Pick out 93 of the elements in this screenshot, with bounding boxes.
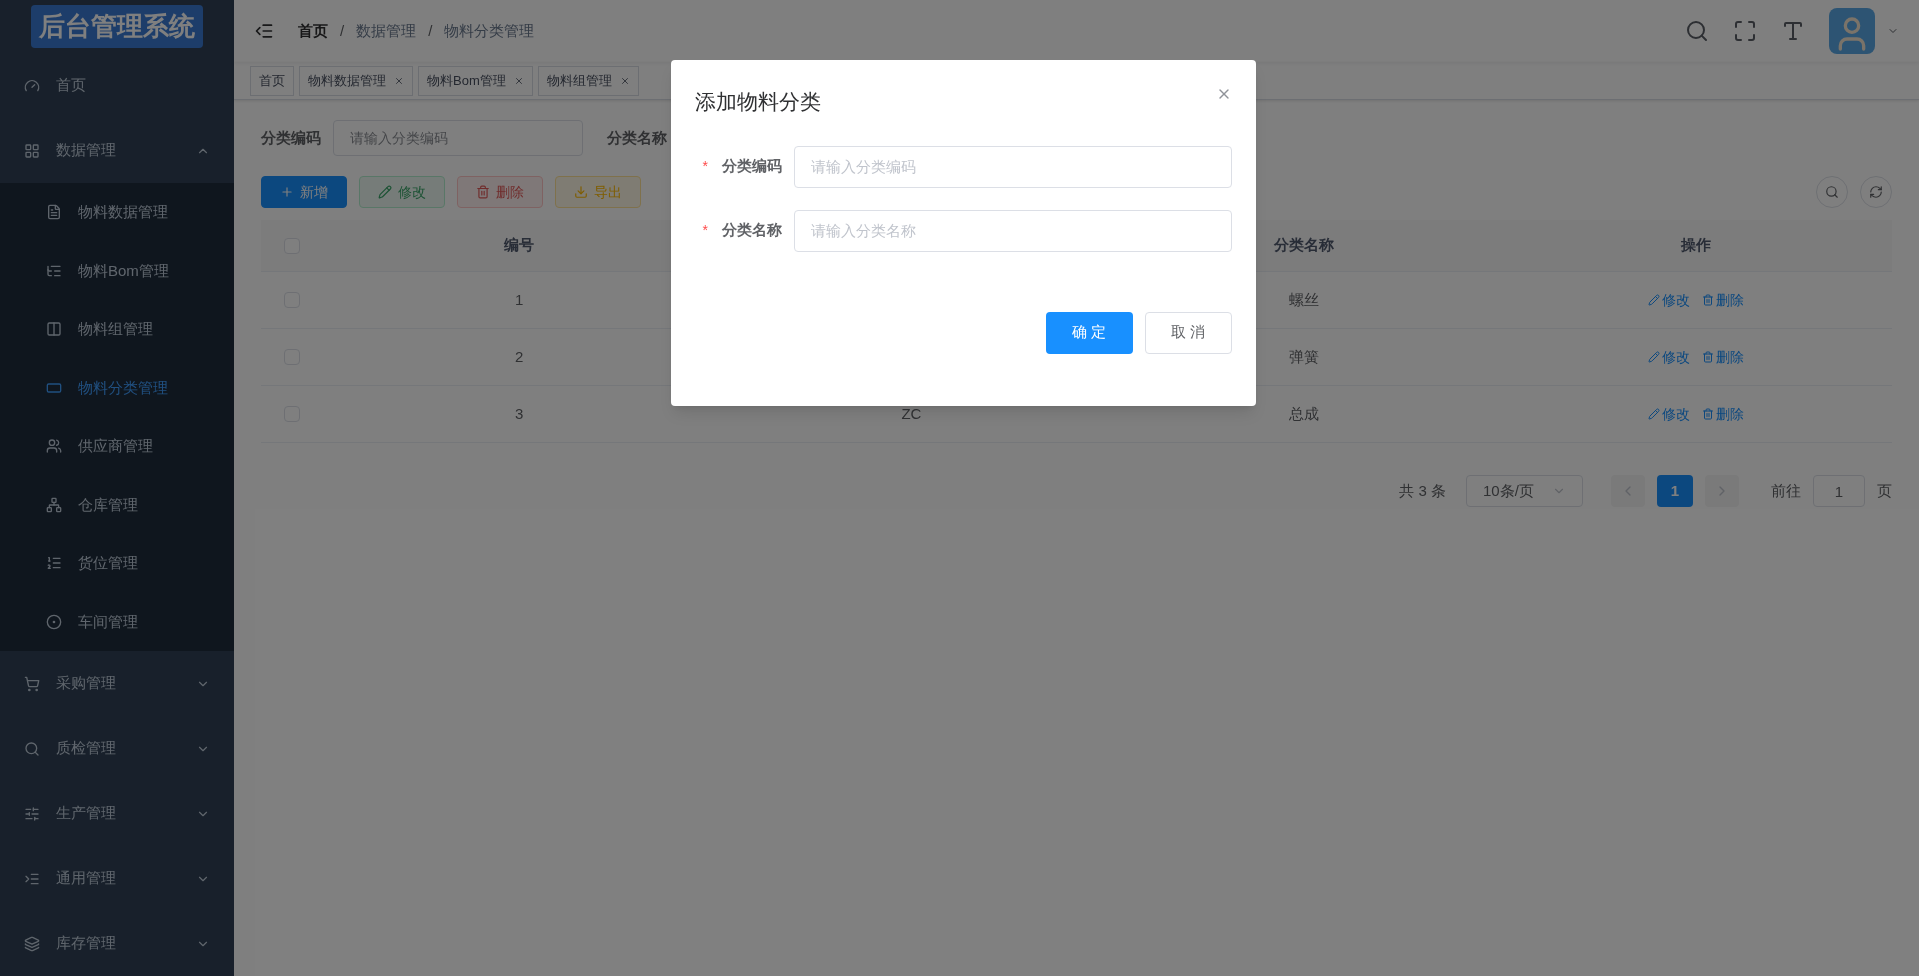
submenu-item[interactable]: 仓库管理 [0, 475, 234, 534]
close-icon[interactable] [513, 75, 524, 86]
submenu-item[interactable]: 物料组管理 [0, 300, 234, 359]
page-suffix: 页 [1877, 480, 1892, 501]
layers-icon [24, 935, 40, 952]
grid-icon [24, 142, 40, 159]
cart-icon [24, 675, 40, 692]
trash-icon [1701, 351, 1714, 363]
delete-link[interactable]: 删除 [1701, 289, 1744, 311]
dialog-title: 添加物料分类 [694, 89, 821, 115]
cancel-button[interactable]: 取 消 [1144, 311, 1232, 354]
page-tab[interactable]: 物料组管理 [537, 65, 639, 96]
menu-toggle-icon[interactable] [254, 21, 274, 41]
breadcrumb-item[interactable]: 首页 [298, 19, 328, 43]
menu-item[interactable]: 采购管理 [0, 651, 234, 716]
submenu-item[interactable]: 货位管理 [0, 534, 234, 593]
filter-input[interactable]: 请输入分类编码 [333, 120, 583, 156]
search-icon [24, 740, 40, 757]
gauge-icon [24, 77, 40, 94]
toolbar-button[interactable]: 导出 [555, 176, 641, 208]
page-size-select[interactable]: 10条/页 [1466, 475, 1583, 507]
page-input[interactable]: 1 [1813, 475, 1865, 507]
column-header: 分类名称 [1273, 235, 1334, 256]
filter-label: 分类名称 [607, 127, 667, 148]
total-count: 共 3 条 [1399, 480, 1446, 501]
confirm-button[interactable]: 确 定 [1045, 311, 1133, 354]
hierarchy-icon [46, 496, 62, 513]
filter-label: 分类编码 [261, 127, 321, 148]
page-tab[interactable]: 物料数据管理 [299, 65, 413, 96]
pencil-icon [378, 185, 392, 199]
edit-link[interactable]: 修改 [1647, 289, 1690, 311]
list-icon [46, 555, 62, 572]
plus-icon [280, 185, 294, 199]
menu-item[interactable]: 质检管理 [0, 716, 234, 781]
search-icon [1825, 185, 1839, 199]
submenu-item[interactable]: 物料Bom管理 [0, 241, 234, 300]
submenu-item[interactable]: 物料数据管理 [0, 183, 234, 242]
column-header: 编号 [504, 235, 535, 256]
menu-item[interactable]: 数据管理 [0, 118, 234, 183]
goto-label: 前往 [1771, 480, 1801, 501]
table-cell-text: ZC [901, 403, 922, 424]
refresh-icon [1869, 185, 1883, 199]
text-input[interactable]: 请输入分类编码 [793, 145, 1232, 188]
edit-link[interactable]: 修改 [1647, 403, 1690, 425]
breadcrumb-separator: / [428, 20, 433, 41]
required-mark: * [702, 157, 708, 176]
radio-dot-icon [46, 613, 62, 630]
pencil-icon [1647, 351, 1660, 363]
table-cell-text: 总成 [1288, 403, 1319, 424]
trash-icon [1701, 408, 1714, 420]
submenu-item[interactable]: 供应商管理 [0, 417, 234, 476]
breadcrumb-item: 数据管理 [356, 20, 417, 41]
edit-link[interactable]: 修改 [1647, 346, 1690, 368]
field-label: 分类编码 [720, 156, 782, 177]
trash-icon [476, 185, 490, 199]
pencil-icon [1647, 294, 1660, 306]
download-icon [574, 185, 588, 199]
delete-link[interactable]: 删除 [1701, 403, 1744, 425]
table-cell-text: 3 [514, 403, 524, 424]
page-tab[interactable]: 首页 [250, 65, 294, 96]
menu-item[interactable]: 库存管理 [0, 911, 234, 976]
trash-icon [1701, 294, 1714, 306]
avatar[interactable] [1829, 8, 1875, 54]
document-icon [46, 204, 62, 221]
sliders-icon [24, 805, 40, 822]
font-size-icon[interactable] [1781, 19, 1805, 43]
toolbar-button[interactable]: 新增 [261, 176, 347, 208]
close-icon[interactable] [619, 75, 630, 86]
column-header: 操作 [1680, 235, 1711, 256]
submenu-item[interactable]: 物料分类管理 [0, 358, 234, 417]
menu-item[interactable]: 首页 [0, 53, 234, 118]
pencil-icon [1647, 408, 1660, 420]
search-icon[interactable] [1685, 19, 1709, 43]
menu-item[interactable]: 生产管理 [0, 781, 234, 846]
table-cell-text: 1 [514, 289, 524, 310]
menu-item[interactable]: 通用管理 [0, 846, 234, 911]
delete-link[interactable]: 删除 [1701, 346, 1744, 368]
page-tab[interactable]: 物料Bom管理 [418, 65, 533, 96]
table-cell-text: 2 [514, 346, 524, 367]
logo[interactable]: 后台管理系统 [31, 5, 203, 48]
field-label: 分类名称 [720, 220, 782, 241]
text-input[interactable]: 请输入分类名称 [793, 209, 1232, 252]
table-cell-text: 弹簧 [1288, 346, 1319, 367]
close-icon[interactable] [394, 75, 404, 86]
required-mark: * [702, 221, 708, 240]
submenu-item[interactable]: 车间管理 [0, 592, 234, 651]
columns-icon [46, 321, 62, 338]
breadcrumb-separator: / [340, 20, 345, 41]
breadcrumb-item: 物料分类管理 [444, 20, 535, 41]
users-icon [46, 438, 62, 455]
page-button[interactable]: 1 [1657, 475, 1693, 507]
fullscreen-icon[interactable] [1733, 19, 1757, 43]
table-cell-text: 螺丝 [1288, 289, 1319, 310]
